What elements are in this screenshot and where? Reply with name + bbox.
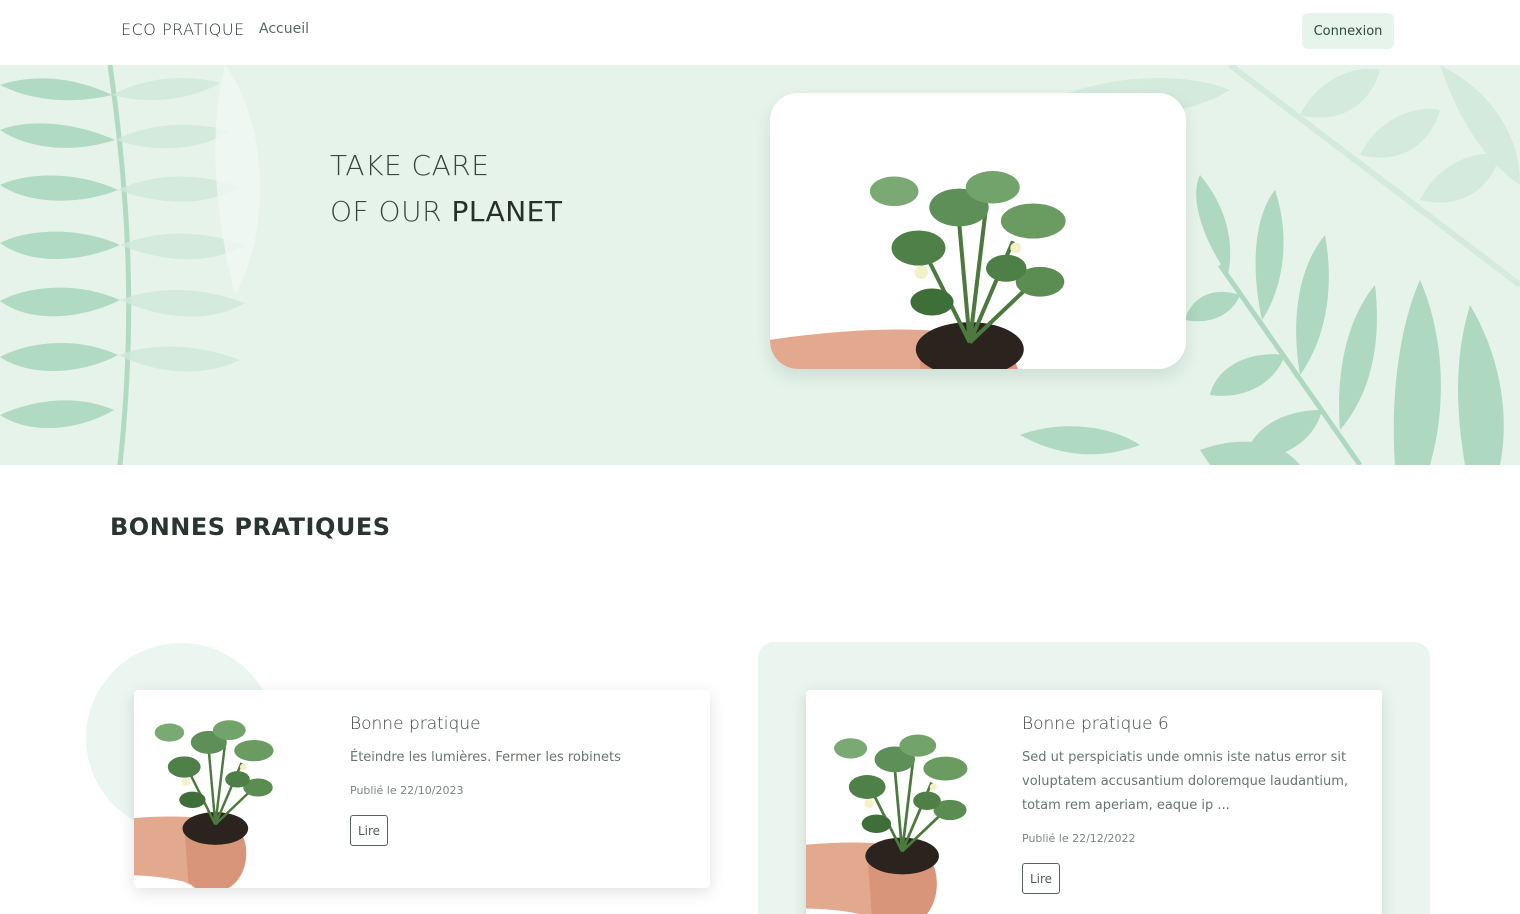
hero-title-line1: TAKE CARE xyxy=(330,149,490,182)
nav-link-accueil[interactable]: Accueil xyxy=(259,21,309,37)
hero-title-line2-light: OF OUR xyxy=(330,195,452,228)
hero-image-card xyxy=(770,93,1186,369)
plant-in-hands-image xyxy=(770,93,1186,369)
card-title: Bonne pratique 6 xyxy=(1022,714,1169,734)
card-title: Bonne pratique xyxy=(350,714,481,734)
card-plant-image xyxy=(134,690,324,888)
practice-card: Bonne pratique Éteindre les lumières. Fe… xyxy=(134,690,710,888)
practice-card: Bonne pratique 6 Sed ut perspiciatis und… xyxy=(806,690,1382,914)
leaf-background-decoration xyxy=(0,65,1520,465)
card-text: Sed ut perspiciatis unde omnis iste natu… xyxy=(1022,750,1349,813)
card-plant-image xyxy=(806,690,996,914)
card-body: Bonne pratique Éteindre les lumières. Fe… xyxy=(350,714,690,846)
brand-logo[interactable]: ECO PRATIQUE xyxy=(121,20,245,39)
hero-title-line2-bold: PLANET xyxy=(451,195,563,228)
card-date: Publié le 22/10/2023 xyxy=(350,784,464,797)
read-button[interactable]: Lire xyxy=(350,815,388,846)
card-date: Publié le 22/12/2022 xyxy=(1022,832,1136,845)
hero-title: TAKE CARE OF OUR PLANET xyxy=(330,143,562,235)
navbar: ECO PRATIQUE Accueil Connexion xyxy=(0,0,1520,65)
card-body: Bonne pratique 6 Sed ut perspiciatis und… xyxy=(1022,714,1362,894)
card-text: Éteindre les lumières. Fermer les robine… xyxy=(350,750,621,765)
section-title: BONNES PRATIQUES xyxy=(110,513,391,541)
hero-banner: TAKE CARE OF OUR PLANET xyxy=(0,65,1520,465)
login-button[interactable]: Connexion xyxy=(1302,13,1394,49)
read-button[interactable]: Lire xyxy=(1022,863,1060,894)
